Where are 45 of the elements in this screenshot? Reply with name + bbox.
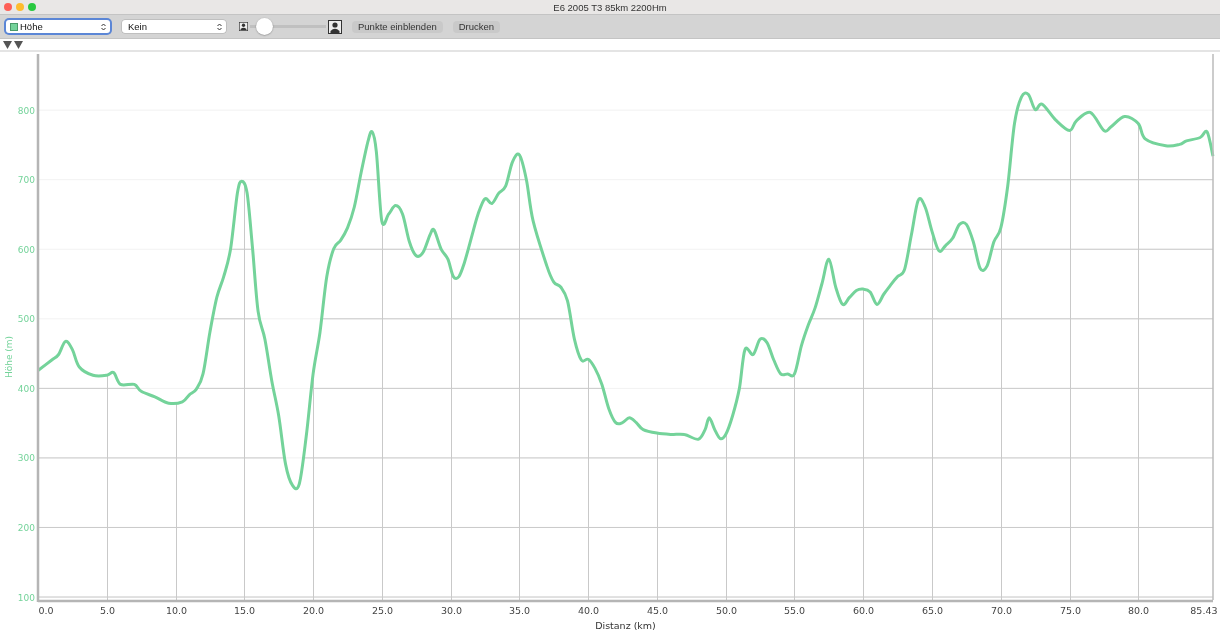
dropdown[interactable]: Höhe	[6, 20, 110, 33]
y-tick-label: 300	[17, 453, 35, 464]
x-tick-label: 35.0	[508, 605, 531, 616]
minimize-button[interactable]	[16, 3, 24, 11]
y-tick-label: 200	[17, 522, 35, 533]
x-tick-label: 70.0	[990, 605, 1013, 616]
x-tick-label: 85.43	[1190, 605, 1218, 616]
x-tick-label: 5.0	[99, 605, 116, 616]
person-icon	[239, 22, 248, 31]
up-down-arrows-icon	[217, 22, 222, 31]
toolbar-button[interactable]: Punkte einblenden	[352, 20, 443, 33]
person-icon	[328, 19, 342, 34]
x-tick-label: 45.0	[646, 605, 669, 616]
x-tick-label: 60.0	[852, 605, 875, 616]
y-tick-label: 600	[17, 244, 35, 255]
x-tick-label: 0.0	[38, 605, 54, 616]
window-title: E6 2005 T3 85km 2200Hm	[553, 1, 667, 13]
x-tick-label: 75.0	[1059, 605, 1082, 616]
x-tick-label: 10.0	[165, 605, 188, 616]
triangle-marker-icon[interactable]	[14, 40, 23, 49]
x-tick-label: 15.0	[233, 605, 256, 616]
x-tick-label: 80.0	[1127, 605, 1150, 616]
toolbar-button[interactable]: Drucken	[452, 20, 501, 33]
triangle-marker-icon[interactable]	[3, 40, 12, 49]
y-tick-label: 500	[17, 314, 35, 325]
y-tick-label: 800	[17, 105, 35, 116]
zoom-slider[interactable]	[250, 18, 326, 35]
up-down-arrows-icon	[101, 22, 106, 31]
y-tick-label: 100	[17, 592, 35, 603]
x-tick-label: 20.0	[302, 605, 325, 616]
color-swatch-icon	[10, 22, 18, 31]
y-tick-label: 700	[17, 175, 35, 186]
x-axis-title: Distanz (km)	[595, 620, 656, 631]
dropdown[interactable]: Kein	[122, 20, 226, 33]
close-button[interactable]	[4, 3, 12, 11]
x-tick-label: 50.0	[715, 605, 738, 616]
x-tick-label: 40.0	[577, 605, 600, 616]
x-tick-label: 25.0	[371, 605, 394, 616]
zoom-button[interactable]	[28, 3, 36, 11]
x-tick-label: 30.0	[440, 605, 463, 616]
slider-thumb[interactable]	[255, 18, 273, 35]
x-tick-label: 65.0	[921, 605, 944, 616]
x-tick-label: 55.0	[783, 605, 806, 616]
y-tick-label: 400	[17, 383, 35, 394]
y-axis-title: Höhe (m)	[4, 335, 14, 379]
